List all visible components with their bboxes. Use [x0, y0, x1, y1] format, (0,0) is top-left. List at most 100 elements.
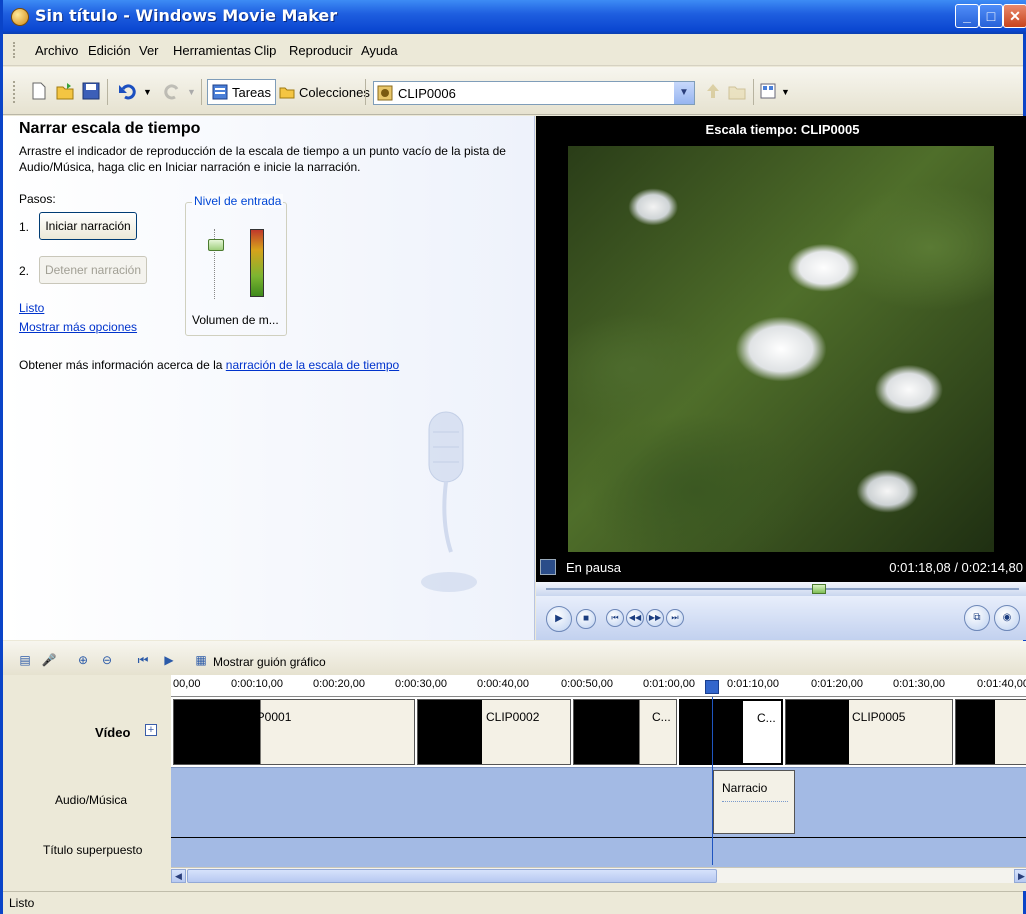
menu-clip[interactable]: Clip: [254, 43, 276, 58]
seek-bar[interactable]: [536, 582, 1026, 596]
fast-forward-button[interactable]: ▶▶: [646, 609, 664, 627]
video-track[interactable]: CLIP0001 CLIP0002 C... C... CLIP0005: [171, 697, 1026, 767]
new-project-icon[interactable]: [29, 81, 49, 101]
status-text: Listo: [9, 896, 35, 910]
play-button[interactable]: ▶: [546, 606, 572, 632]
collections-folder-icon: [279, 87, 295, 99]
time-ruler[interactable]: 00,00 0:00:10,00 0:00:20,00 0:00:30,00 0…: [171, 675, 1026, 697]
audio-waveform: [722, 801, 788, 807]
play-timeline-icon[interactable]: ▶: [161, 652, 177, 668]
menu-reproducir[interactable]: Reproducir: [289, 43, 353, 58]
zoom-out-icon[interactable]: ⊖: [99, 652, 115, 668]
next-frame-button[interactable]: ⏭: [666, 609, 684, 627]
chevron-down-icon[interactable]: ▼: [674, 82, 694, 104]
scroll-right-icon[interactable]: ▶: [1014, 869, 1026, 883]
show-more-options-link[interactable]: Mostrar más opciones: [19, 320, 137, 334]
task-pane-title: Narrar escala de tiempo: [19, 120, 201, 137]
preview-video-frame[interactable]: [568, 146, 994, 552]
expand-video-track-icon[interactable]: +: [145, 724, 157, 736]
input-level-meter: [250, 229, 264, 297]
menu-ver[interactable]: Ver: [139, 43, 159, 58]
video-clip[interactable]: [955, 699, 1026, 765]
toolbar-grip[interactable]: [13, 81, 16, 103]
save-project-icon[interactable]: [81, 81, 101, 101]
ruler-tick: 0:00:30,00: [395, 678, 447, 690]
narration-audio-clip[interactable]: Narracio: [713, 770, 795, 834]
video-clip-selected[interactable]: C...: [679, 699, 783, 765]
storyboard-icon[interactable]: ▦: [193, 652, 209, 668]
ruler-tick: 0:01:10,00: [727, 678, 779, 690]
open-project-icon[interactable]: [55, 81, 75, 101]
menu-bar: Archivo Edición Ver Herramientas Clip Re…: [3, 34, 1023, 66]
previous-frame-button[interactable]: ⏮: [606, 609, 624, 627]
full-screen-icon[interactable]: [540, 559, 556, 575]
title-bar[interactable]: Sin título - Windows Movie Maker _ □ ✕: [3, 0, 1026, 34]
narrate-timeline-icon[interactable]: 🎤: [41, 652, 57, 668]
title-overlay-track[interactable]: [171, 837, 1026, 867]
close-button[interactable]: ✕: [1003, 4, 1026, 28]
timeline-scrollbar[interactable]: ◀ ▶: [171, 867, 1026, 883]
zoom-in-icon[interactable]: ⊕: [75, 652, 91, 668]
colecciones-button[interactable]: Colecciones: [275, 79, 374, 105]
maximize-button[interactable]: □: [979, 4, 1003, 28]
tasks-icon: [212, 84, 228, 100]
playback-controls: ▶ ■ ⏮ ◀◀ ▶▶ ⏭ ⧉ ◉: [536, 596, 1026, 640]
scrollbar-thumb[interactable]: [187, 869, 717, 883]
views-dropdown-icon[interactable]: ▼: [777, 79, 794, 105]
title-overlay-track-label: Título superpuesto: [43, 843, 143, 857]
menu-edicion[interactable]: Edición: [88, 43, 131, 58]
ruler-tick: 0:01:30,00: [893, 678, 945, 690]
video-clip[interactable]: CLIP0001: [173, 699, 415, 765]
playhead-line: [712, 697, 713, 865]
video-clip[interactable]: CLIP0005: [785, 699, 953, 765]
seek-thumb[interactable]: [812, 584, 827, 594]
preview-title: Escala tiempo: CLIP0005: [705, 122, 860, 137]
new-collection-folder-icon[interactable]: [727, 81, 747, 101]
playhead-indicator[interactable]: [705, 680, 719, 694]
start-narration-button[interactable]: Iniciar narración: [39, 212, 137, 240]
narration-help-link[interactable]: narración de la escala de tiempo: [226, 358, 399, 372]
microphone-watermark-icon: [421, 411, 477, 592]
menu-grip[interactable]: [13, 42, 16, 58]
scroll-left-icon[interactable]: ◀: [171, 869, 186, 883]
step-2-number: 2.: [19, 264, 30, 278]
video-clip[interactable]: CLIP0002: [417, 699, 571, 765]
timeline-panel: ▤ 🎤 ⊕ ⊖ ⏮ ▶ ▦ Mostrar guión gráfico 00,0…: [3, 641, 1026, 891]
menu-ayuda[interactable]: Ayuda: [361, 43, 398, 58]
stop-button[interactable]: ■: [576, 609, 596, 629]
video-clip[interactable]: C...: [573, 699, 677, 765]
split-clip-button[interactable]: ⧉: [964, 605, 990, 631]
preview-status-bar: En pausa 0:01:18,08 / 0:02:14,80: [536, 556, 1026, 580]
rewind-timeline-icon[interactable]: ⏮: [135, 652, 151, 668]
audio-track-label: Audio/Música: [55, 793, 128, 807]
audio-music-track[interactable]: Narracio: [171, 767, 1026, 837]
undo-icon[interactable]: [117, 81, 137, 101]
collection-clip-icon: [377, 85, 393, 101]
toolbar-separator: [107, 79, 108, 105]
done-link[interactable]: Listo: [19, 301, 44, 315]
volume-slider-thumb[interactable]: [208, 239, 224, 251]
redo-dropdown-icon[interactable]: ▼: [183, 79, 200, 105]
menu-archivo[interactable]: Archivo: [35, 43, 78, 58]
movie-maker-app-icon[interactable]: [11, 8, 29, 26]
undo-dropdown-icon[interactable]: ▼: [139, 79, 156, 105]
show-storyboard-button[interactable]: Mostrar guión gráfico: [213, 655, 326, 669]
views-icon[interactable]: [759, 81, 779, 101]
redo-icon[interactable]: [163, 81, 183, 101]
window-title: Sin título - Windows Movie Maker: [35, 6, 338, 25]
collection-select[interactable]: CLIP0006 ▼: [373, 81, 695, 105]
menu-herramientas[interactable]: Herramientas: [173, 43, 251, 58]
input-level-legend: Nivel de entrada: [192, 194, 284, 208]
ruler-tick: 0:01:00,00: [643, 678, 695, 690]
tareas-button[interactable]: Tareas: [207, 79, 277, 105]
ruler-tick: 0:00:40,00: [477, 678, 529, 690]
step-1-number: 1.: [19, 220, 30, 234]
minimize-button[interactable]: _: [955, 4, 979, 28]
take-picture-button[interactable]: ◉: [994, 605, 1020, 631]
seek-track: [546, 588, 1019, 590]
up-one-level-icon[interactable]: [703, 81, 723, 101]
set-audio-levels-icon[interactable]: ▤: [17, 652, 33, 668]
stop-narration-button[interactable]: Detener narración: [39, 256, 147, 284]
rewind-button[interactable]: ◀◀: [626, 609, 644, 627]
timeline-toolbar: ▤ 🎤 ⊕ ⊖ ⏮ ▶ ▦ Mostrar guión gráfico: [3, 641, 1026, 675]
